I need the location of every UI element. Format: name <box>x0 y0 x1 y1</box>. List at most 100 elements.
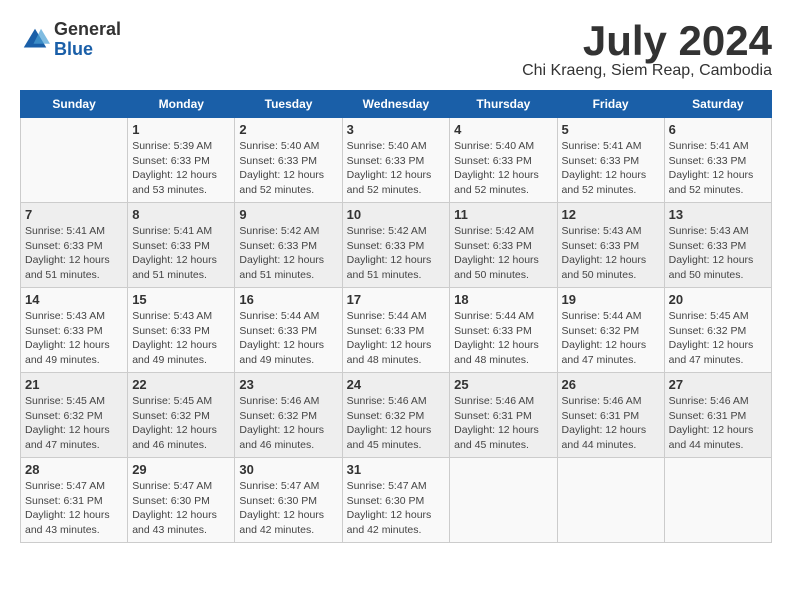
calendar-cell <box>21 118 128 203</box>
day-info: Sunrise: 5:44 AMSunset: 6:33 PMDaylight:… <box>239 309 337 368</box>
day-info: Sunrise: 5:43 AMSunset: 6:33 PMDaylight:… <box>132 309 230 368</box>
day-info: Sunrise: 5:47 AMSunset: 6:30 PMDaylight:… <box>347 479 446 538</box>
day-number: 19 <box>562 292 660 307</box>
week-row-1: 1 Sunrise: 5:39 AMSunset: 6:33 PMDaylight… <box>21 118 772 203</box>
day-number: 28 <box>25 462 123 477</box>
logo-blue-text: Blue <box>54 40 121 60</box>
day-number: 22 <box>132 377 230 392</box>
day-number: 30 <box>239 462 337 477</box>
day-number: 4 <box>454 122 552 137</box>
day-number: 24 <box>347 377 446 392</box>
header: General Blue July 2024 Chi Kraeng, Siem … <box>20 20 772 80</box>
day-number: 29 <box>132 462 230 477</box>
day-number: 18 <box>454 292 552 307</box>
month-title: July 2024 <box>522 20 772 62</box>
day-number: 1 <box>132 122 230 137</box>
calendar-cell: 17Sunrise: 5:44 AMSunset: 6:33 PMDayligh… <box>342 288 450 373</box>
day-number: 27 <box>669 377 767 392</box>
day-number: 12 <box>562 207 660 222</box>
column-header-saturday: Saturday <box>664 91 771 118</box>
calendar-cell: 19Sunrise: 5:44 AMSunset: 6:32 PMDayligh… <box>557 288 664 373</box>
day-info: Sunrise: 5:47 AMSunset: 6:31 PMDaylight:… <box>25 479 123 538</box>
calendar-cell: 23 Sunrise: 5:46 AMSunset: 6:32 PMDayligh… <box>235 373 342 458</box>
day-number: 14 <box>25 292 123 307</box>
day-number: 15 <box>132 292 230 307</box>
day-info: Sunrise: 5:46 AMSunset: 6:32 PMDaylight:… <box>347 394 446 453</box>
column-header-friday: Friday <box>557 91 664 118</box>
calendar-cell: 22Sunrise: 5:45 AMSunset: 6:32 PMDayligh… <box>128 373 235 458</box>
day-number: 23 <box>239 377 337 392</box>
day-info: Sunrise: 5:41 AMSunset: 6:33 PMDaylight:… <box>25 224 123 283</box>
calendar-cell: 16 Sunrise: 5:44 AMSunset: 6:33 PMDayligh… <box>235 288 342 373</box>
day-info: Sunrise: 5:46 AMSunset: 6:32 PMDaylight:… <box>239 394 337 453</box>
day-number: 7 <box>25 207 123 222</box>
day-number: 13 <box>669 207 767 222</box>
calendar-cell: 14 Sunrise: 5:43 AMSunset: 6:33 PMDayligh… <box>21 288 128 373</box>
calendar-cell: 31Sunrise: 5:47 AMSunset: 6:30 PMDayligh… <box>342 458 450 543</box>
day-info: Sunrise: 5:46 AMSunset: 6:31 PMDaylight:… <box>454 394 552 453</box>
day-info: Sunrise: 5:47 AMSunset: 6:30 PMDaylight:… <box>239 479 337 538</box>
day-info: Sunrise: 5:42 AMSunset: 6:33 PMDaylight:… <box>239 224 337 283</box>
calendar-cell: 5Sunrise: 5:41 AMSunset: 6:33 PMDaylight… <box>557 118 664 203</box>
day-number: 9 <box>239 207 337 222</box>
title-area: July 2024 Chi Kraeng, Siem Reap, Cambodi… <box>522 20 772 80</box>
day-info: Sunrise: 5:44 AMSunset: 6:33 PMDaylight:… <box>347 309 446 368</box>
day-number: 3 <box>347 122 446 137</box>
calendar-cell <box>557 458 664 543</box>
column-header-monday: Monday <box>128 91 235 118</box>
day-info: Sunrise: 5:41 AMSunset: 6:33 PMDaylight:… <box>669 139 767 198</box>
calendar-cell: 9 Sunrise: 5:42 AMSunset: 6:33 PMDaylight… <box>235 203 342 288</box>
calendar-table: SundayMondayTuesdayWednesdayThursdayFrid… <box>20 90 772 543</box>
day-info: Sunrise: 5:40 AMSunset: 6:33 PMDaylight:… <box>347 139 446 198</box>
calendar-cell: 27 Sunrise: 5:46 AMSunset: 6:31 PMDayligh… <box>664 373 771 458</box>
header-row: SundayMondayTuesdayWednesdayThursdayFrid… <box>21 91 772 118</box>
calendar-cell: 18 Sunrise: 5:44 AMSunset: 6:33 PMDayligh… <box>450 288 557 373</box>
calendar-cell: 13 Sunrise: 5:43 AMSunset: 6:33 PMDayligh… <box>664 203 771 288</box>
day-info: Sunrise: 5:46 AMSunset: 6:31 PMDaylight:… <box>669 394 767 453</box>
day-info: Sunrise: 5:43 AMSunset: 6:33 PMDaylight:… <box>562 224 660 283</box>
day-info: Sunrise: 5:42 AMSunset: 6:33 PMDaylight:… <box>454 224 552 283</box>
day-info: Sunrise: 5:46 AMSunset: 6:31 PMDaylight:… <box>562 394 660 453</box>
column-header-tuesday: Tuesday <box>235 91 342 118</box>
calendar-cell: 21 Sunrise: 5:45 AMSunset: 6:32 PMDayligh… <box>21 373 128 458</box>
calendar-cell <box>664 458 771 543</box>
calendar-cell: 12 Sunrise: 5:43 AMSunset: 6:33 PMDayligh… <box>557 203 664 288</box>
day-info: Sunrise: 5:39 AMSunset: 6:33 PMDaylight:… <box>132 139 230 198</box>
day-info: Sunrise: 5:42 AMSunset: 6:33 PMDaylight:… <box>347 224 446 283</box>
logo-general-text: General <box>54 20 121 40</box>
week-row-4: 21 Sunrise: 5:45 AMSunset: 6:32 PMDayligh… <box>21 373 772 458</box>
day-info: Sunrise: 5:47 AMSunset: 6:30 PMDaylight:… <box>132 479 230 538</box>
calendar-cell <box>450 458 557 543</box>
day-number: 25 <box>454 377 552 392</box>
calendar-cell: 6Sunrise: 5:41 AMSunset: 6:33 PMDaylight… <box>664 118 771 203</box>
week-row-3: 14 Sunrise: 5:43 AMSunset: 6:33 PMDayligh… <box>21 288 772 373</box>
day-info: Sunrise: 5:43 AMSunset: 6:33 PMDaylight:… <box>25 309 123 368</box>
day-info: Sunrise: 5:40 AMSunset: 6:33 PMDaylight:… <box>454 139 552 198</box>
logo-icon <box>20 25 50 55</box>
calendar-cell: 8 Sunrise: 5:41 AMSunset: 6:33 PMDaylight… <box>128 203 235 288</box>
calendar-cell: 1 Sunrise: 5:39 AMSunset: 6:33 PMDaylight… <box>128 118 235 203</box>
calendar-cell: 10 Sunrise: 5:42 AMSunset: 6:33 PMDayligh… <box>342 203 450 288</box>
day-number: 10 <box>347 207 446 222</box>
day-info: Sunrise: 5:41 AMSunset: 6:33 PMDaylight:… <box>132 224 230 283</box>
calendar-cell: 24 Sunrise: 5:46 AMSunset: 6:32 PMDayligh… <box>342 373 450 458</box>
calendar-cell: 7 Sunrise: 5:41 AMSunset: 6:33 PMDaylight… <box>21 203 128 288</box>
calendar-cell: 26 Sunrise: 5:46 AMSunset: 6:31 PMDayligh… <box>557 373 664 458</box>
day-info: Sunrise: 5:40 AMSunset: 6:33 PMDaylight:… <box>239 139 337 198</box>
day-number: 21 <box>25 377 123 392</box>
day-number: 11 <box>454 207 552 222</box>
calendar-cell: 29 Sunrise: 5:47 AMSunset: 6:30 PMDayligh… <box>128 458 235 543</box>
logo-text: General Blue <box>54 20 121 60</box>
day-info: Sunrise: 5:44 AMSunset: 6:33 PMDaylight:… <box>454 309 552 368</box>
day-number: 16 <box>239 292 337 307</box>
day-info: Sunrise: 5:45 AMSunset: 6:32 PMDaylight:… <box>669 309 767 368</box>
calendar-cell: 30 Sunrise: 5:47 AMSunset: 6:30 PMDayligh… <box>235 458 342 543</box>
day-info: Sunrise: 5:45 AMSunset: 6:32 PMDaylight:… <box>25 394 123 453</box>
logo: General Blue <box>20 20 121 60</box>
column-header-thursday: Thursday <box>450 91 557 118</box>
calendar-cell: 28 Sunrise: 5:47 AMSunset: 6:31 PMDayligh… <box>21 458 128 543</box>
day-number: 8 <box>132 207 230 222</box>
day-number: 26 <box>562 377 660 392</box>
day-info: Sunrise: 5:43 AMSunset: 6:33 PMDaylight:… <box>669 224 767 283</box>
calendar-cell: 4 Sunrise: 5:40 AMSunset: 6:33 PMDaylight… <box>450 118 557 203</box>
